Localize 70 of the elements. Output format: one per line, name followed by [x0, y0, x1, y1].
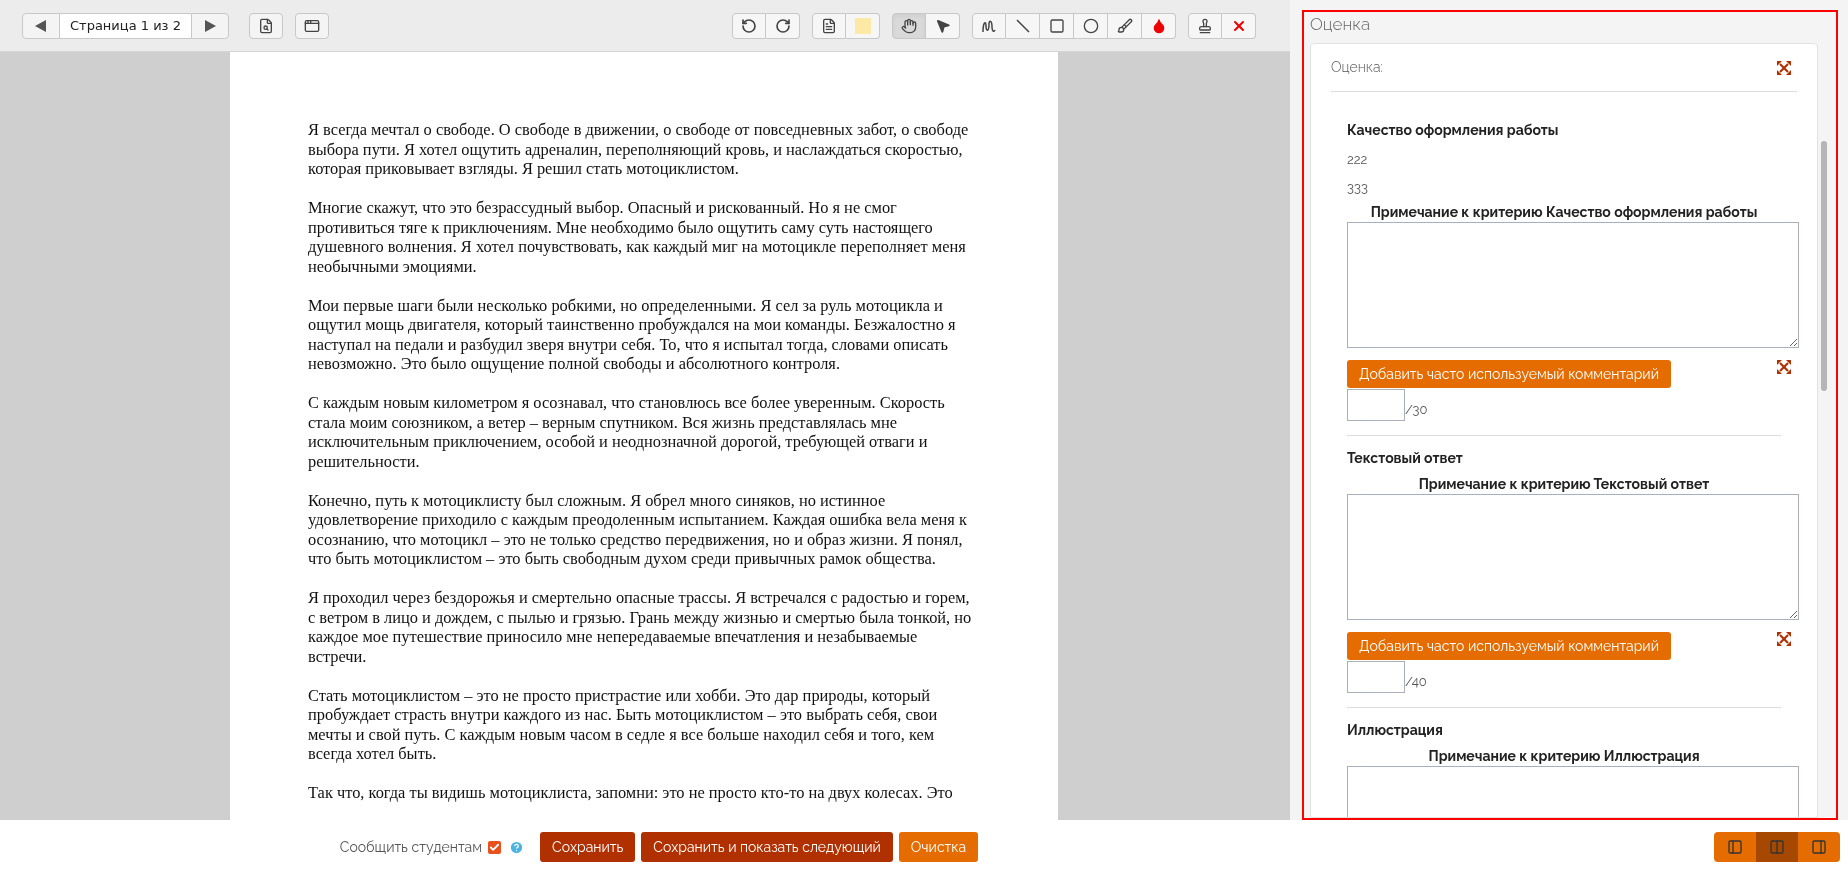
document-search-icon	[257, 17, 274, 34]
brush-icon	[1116, 17, 1133, 34]
card-label: Оценка:	[1331, 58, 1383, 77]
tool-button[interactable]	[892, 12, 926, 39]
panel-right-icon	[1811, 839, 1827, 855]
criterion-title: Качество оформления работы	[1347, 121, 1560, 140]
criterion-value: 222	[1347, 152, 1369, 168]
criterion-value: 333	[1347, 180, 1369, 196]
max-score: /40	[1405, 672, 1427, 691]
tool-button[interactable]	[1040, 12, 1074, 39]
tool-button[interactable]	[1108, 12, 1142, 39]
square-icon	[1048, 17, 1065, 34]
add-comment-button[interactable]: Добавить часто используемый комментарий	[1347, 360, 1671, 388]
document-paragraph: Многие скажут, что это безрассудный выбор. Опасный и рискованный. Но я не смог противиться тяге к приключениям. Мне необходимо было ощутить саму суть настоящего душевного волнения. Я хотел почувствовать, как каждый миг на мотоцикле переполняет меня необычными эмоциями.	[308, 198, 967, 276]
notify-label: Сообщить студентам	[339, 837, 483, 857]
tool-button[interactable]	[812, 12, 846, 39]
expand-icon[interactable]	[1777, 632, 1791, 646]
pointer-icon	[934, 17, 951, 34]
circle-icon	[1082, 17, 1099, 34]
tool-button[interactable]	[766, 12, 800, 39]
criterion-title: Текстовый ответ	[1347, 449, 1464, 468]
footer-button[interactable]: Сохранить и показать следующий	[641, 832, 893, 862]
right-triangle-icon	[202, 18, 217, 33]
document-paragraph: Мои первые шаги были несколько робкими, но определенными. Я сел за руль мотоцикла и ощутил мощь двигателя, который таинственно пробуждался на мои команды. Безжалостно я наступал на педали и разбудил зверя внутри себя. То, что я испытал тогда, словами описать невозможно. Это было ощущение полной свободы и абсолютного контроля.	[308, 295, 957, 374]
tool-button[interactable]	[926, 12, 960, 39]
window-button[interactable]	[294, 12, 329, 39]
left-triangle-icon	[34, 18, 48, 33]
layout-button[interactable]	[1798, 832, 1840, 862]
rotate-left-icon	[741, 17, 757, 34]
document-paragraph: Я всегда мечтал о свободе. О свободе в движении, о свободе от повседневных забот, о свободе выбора пути. Я хотел ощутить адреналин, переполняющий кровь, и наслаждаться скоростью, которая приковывает взгляды. Я решил стать мотоциклистом.	[308, 120, 970, 179]
stamp-icon	[1197, 17, 1213, 34]
window-icon	[303, 17, 320, 34]
panel-left-icon	[1727, 839, 1743, 855]
tool-button[interactable]	[1074, 12, 1108, 39]
document-paragraph: Я проходил через бездорожья и смертельно опасные трассы. Я встречался с радостью и горем, с ветром в лицо и дождем, с пылью и грязью. Грань между жизнью и смертью была тонкой, но каждое мое путешествие приносило мне непередаваемые впечатления и незабываемые встречи.	[308, 588, 973, 666]
note-label: Примечание к критерию Текстовый ответ	[1417, 475, 1711, 494]
tool-button[interactable]	[1222, 12, 1256, 39]
tool-button[interactable]	[1142, 12, 1176, 39]
document-paragraph: С каждым новым километром я осознавал, что становлюсь все более уверенным. Скорость стала моим союзником, а ветер – верным спутником. Вся жизнь представлялась мне исключительным приключением, особой и неоднозначной дорогой, требующей отваги и решительности.	[308, 393, 946, 471]
expand-icon[interactable]	[1777, 360, 1791, 374]
document-paragraph: Так что, когда ты видишь мотоциклиста, запомни: это не просто кто-то на двух колесах. Это	[308, 783, 954, 803]
highlighter-swatch-icon	[854, 17, 871, 34]
tool-button[interactable]	[972, 12, 1006, 39]
expand-icon[interactable]	[1777, 60, 1791, 75]
document-paragraph: Стать мотоциклистом – это не просто пристрастие или хобби. Это дар природы, который пробуждает страсть внутри каждого из нас. Быть мотоциклистом – это выбрать себя, свои мечты и свой путь. С каждым новым часом в седле я все больше находил себя и того, кем всегда хотел быть.	[308, 685, 939, 764]
score-input[interactable]	[1347, 389, 1405, 421]
hand-icon	[901, 17, 917, 34]
note-label: Примечание к критерию Иллюстрация	[1427, 747, 1701, 766]
rotate-right-icon	[774, 17, 791, 34]
max-score: /30	[1405, 400, 1428, 419]
layout-button[interactable]	[1714, 832, 1756, 862]
previous-page-button[interactable]	[22, 12, 60, 39]
text-lines-icon	[821, 17, 837, 34]
score-input[interactable]	[1347, 661, 1405, 693]
add-comment-button[interactable]: Добавить часто используемый комментарий	[1347, 632, 1671, 660]
find-in-page-button[interactable]	[248, 12, 283, 39]
two-columns-icon	[1769, 839, 1785, 855]
next-page-button[interactable]	[190, 12, 229, 39]
note-label: Примечание к критерию Качество оформления работы	[1369, 203, 1759, 222]
tool-button[interactable]	[1188, 12, 1222, 39]
footer-button[interactable]: Очистка	[898, 832, 979, 862]
tool-button[interactable]	[732, 12, 766, 39]
panel-title: Оценка	[1310, 13, 1372, 35]
notify-checkbox[interactable]	[488, 840, 502, 854]
line-icon	[1014, 17, 1031, 34]
check-icon	[489, 841, 501, 853]
page-indicator: Страница 1 из 2	[60, 12, 191, 39]
criterion-title: Иллюстрация	[1347, 721, 1444, 740]
document-paragraph: Конечно, путь к мотоциклисту был сложным. Я обрел много синяков, но истинное удовлетворение приходило с каждым преодоленным испытанием. Каждая ошибка вела меня к осознанию, что мотоцикл – это не только средство передвижения, но и образ жизни. Я понял, что быть мотоциклистом – это быть свободным духом среди привычных рамок общества.	[308, 490, 968, 569]
footer-button[interactable]: Сохранить	[540, 832, 636, 862]
